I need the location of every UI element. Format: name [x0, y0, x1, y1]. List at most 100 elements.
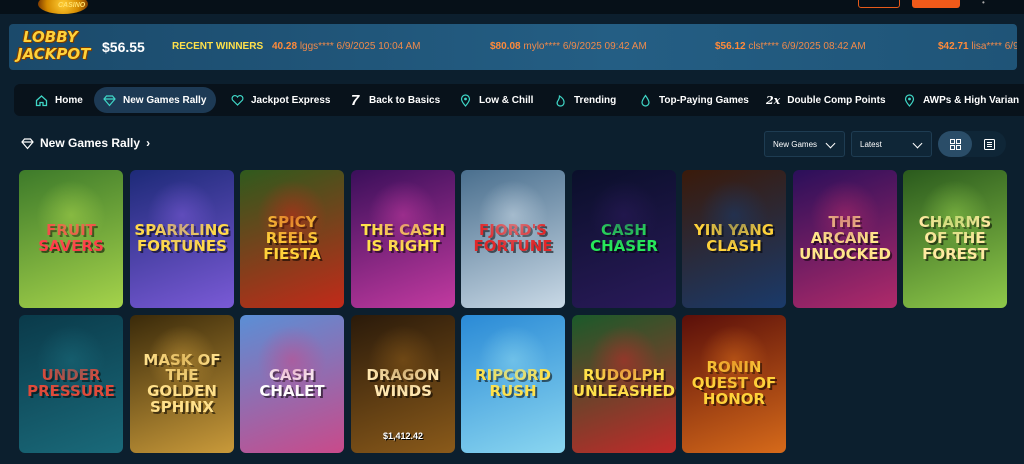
section-title: New Games Rally	[40, 136, 141, 150]
recent-winners-label: RECENT WINNERS	[172, 41, 264, 52]
game-tile[interactable]: RONIN QUEST OF HONOR	[682, 315, 786, 453]
nav-item-jackpot-express[interactable]: Jackpot Express	[230, 84, 331, 116]
login-button[interactable]	[858, 0, 900, 8]
tile-art	[147, 325, 217, 395]
list-icon	[983, 138, 995, 150]
winner-entry: $80.08 mylo**** 6/9/2025 09:42 AM	[490, 41, 647, 52]
nav-item-top-paying-games[interactable]: Top-Paying Games	[638, 84, 749, 116]
game-tile[interactable]: YIN YANG CLASH	[682, 170, 786, 308]
2x-icon: 2x	[766, 93, 781, 107]
nav-label: Back to Basics	[369, 94, 441, 106]
nav-item-double-comp-points[interactable]: 2x Double Comp Points	[766, 84, 886, 116]
logo-text: CASINO	[58, 2, 86, 9]
winner-amount: $42.71	[938, 41, 969, 52]
pin-icon	[902, 93, 916, 107]
nav-label: AWPs & High Varian	[923, 94, 1020, 106]
sort-select[interactable]: Latest	[851, 131, 932, 157]
winner-amount: 40.28	[272, 41, 298, 52]
chevron-down-icon	[912, 138, 923, 149]
filter-select[interactable]: New Games	[764, 131, 845, 157]
view-toggle	[938, 131, 1006, 157]
tile-art	[699, 325, 769, 395]
jackpot-logo-line2: JACKPOT	[17, 45, 91, 63]
tile-art	[478, 325, 548, 395]
winner-text: clst**** 6/9/2025 08:42 AM	[748, 41, 866, 52]
nav-label: Trending	[574, 94, 617, 106]
nav-item-trending[interactable]: Trending	[553, 84, 616, 116]
game-tile[interactable]: RIPCORD RUSH	[461, 315, 565, 453]
nav-item-new-games-rally[interactable]: New Games Rally	[94, 87, 217, 113]
tile-art	[589, 325, 659, 395]
seven-icon: 7	[350, 91, 360, 109]
game-tile[interactable]: CHARMS OF THE FOREST	[903, 170, 1007, 308]
menu-dot-icon[interactable]: •	[982, 0, 988, 7]
winner-amount: $80.08	[490, 41, 521, 52]
game-tile[interactable]: THE CASH IS RIGHT	[351, 170, 455, 308]
nav-label: Low & Chill	[479, 94, 534, 106]
nav-label: New Games Rally	[123, 94, 207, 106]
tile-art	[810, 180, 880, 250]
game-jackpot-value: $1,412.42	[382, 431, 424, 441]
grid-icon	[949, 138, 961, 150]
winner-entry: $56.12 clst**** 6/9/2025 08:42 AM	[715, 41, 866, 52]
game-tile[interactable]: UNDER PRESSURE	[19, 315, 123, 453]
pin-icon	[458, 93, 472, 107]
home-icon	[34, 93, 48, 107]
game-tile[interactable]: FJORD'S FORTUNE	[461, 170, 565, 308]
winner-entry: $42.71 lisa**** 6/9	[938, 41, 1017, 52]
grid-view-button[interactable]	[938, 131, 972, 157]
nav-item-low-and-chill[interactable]: Low & Chill	[458, 84, 533, 116]
winner-amount: $56.12	[715, 41, 746, 52]
chevron-right-icon: ›	[146, 136, 151, 150]
tile-art	[589, 180, 659, 250]
nav-item-home[interactable]: Home	[34, 84, 83, 116]
nav-item-back-to-basics[interactable]: 7 Back to Basics	[348, 84, 440, 116]
casino-logo[interactable]: CASINO	[38, 0, 88, 14]
game-tile[interactable]: DRAGON WINDS$1,412.42	[351, 315, 455, 453]
winner-text: lisa**** 6/9	[971, 41, 1017, 52]
game-tile[interactable]: RUDOLPH UNLEASHED	[572, 315, 676, 453]
nav-item-awps-high-variance[interactable]: AWPs & High Varian	[902, 84, 1019, 116]
game-tile[interactable]: MASK OF THE GOLDEN SPHINX	[130, 315, 234, 453]
nav-label: Double Comp Points	[787, 94, 886, 106]
flame-icon	[553, 93, 567, 107]
tile-art	[257, 180, 327, 250]
game-tile[interactable]: SPARKLING FORTUNES	[130, 170, 234, 308]
tile-art	[368, 180, 438, 250]
lobby-jackpot-logo: LOBBY JACKPOT	[15, 27, 91, 67]
tile-art	[36, 180, 106, 250]
filter-value: New Games	[773, 139, 818, 149]
game-tile[interactable]: CASH CHALET	[240, 315, 344, 453]
top-header: CASINO •	[0, 0, 1024, 14]
tile-art	[147, 180, 217, 250]
diamond-icon	[102, 93, 116, 107]
game-tile[interactable]: SPICY REELS FIESTA	[240, 170, 344, 308]
category-nav: Home New Games Rally Jackpot Express 7 B…	[14, 84, 1024, 116]
tile-art	[368, 325, 438, 395]
jackpot-logo-line1: LOBBY	[23, 28, 78, 46]
winner-text: lggs**** 6/9/2025 10:04 AM	[299, 41, 421, 52]
tile-art	[699, 180, 769, 250]
list-view-button[interactable]	[972, 131, 1006, 157]
chevron-down-icon	[825, 138, 836, 149]
winner-text: mylo**** 6/9/2025 09:42 AM	[523, 41, 647, 52]
tile-art	[478, 180, 548, 250]
diamond-icon	[21, 137, 34, 150]
drop-icon	[638, 93, 652, 107]
nav-label: Jackpot Express	[251, 94, 331, 106]
winner-entry: 40.28 lggs**** 6/9/2025 10:04 AM	[272, 41, 420, 52]
game-tile[interactable]: CASH CHASER	[572, 170, 676, 308]
tile-art	[257, 325, 327, 395]
sort-value: Latest	[860, 139, 882, 149]
jackpot-ticker: LOBBY JACKPOT $56.55 RECENT WINNERS 40.2…	[9, 24, 1017, 70]
nav-label: Top-Paying Games	[659, 94, 749, 106]
jackpot-amount: $56.55	[102, 39, 145, 55]
tile-art	[36, 325, 106, 395]
nav-label: Home	[55, 94, 83, 106]
heart-icon	[230, 93, 244, 107]
game-tile[interactable]: FRUIT SAVERS	[19, 170, 123, 308]
signup-button[interactable]	[912, 0, 960, 8]
tile-art	[920, 180, 990, 250]
section-header[interactable]: New Games Rally ›	[21, 136, 150, 150]
game-tile[interactable]: THE ARCANE UNLOCKED	[793, 170, 897, 308]
